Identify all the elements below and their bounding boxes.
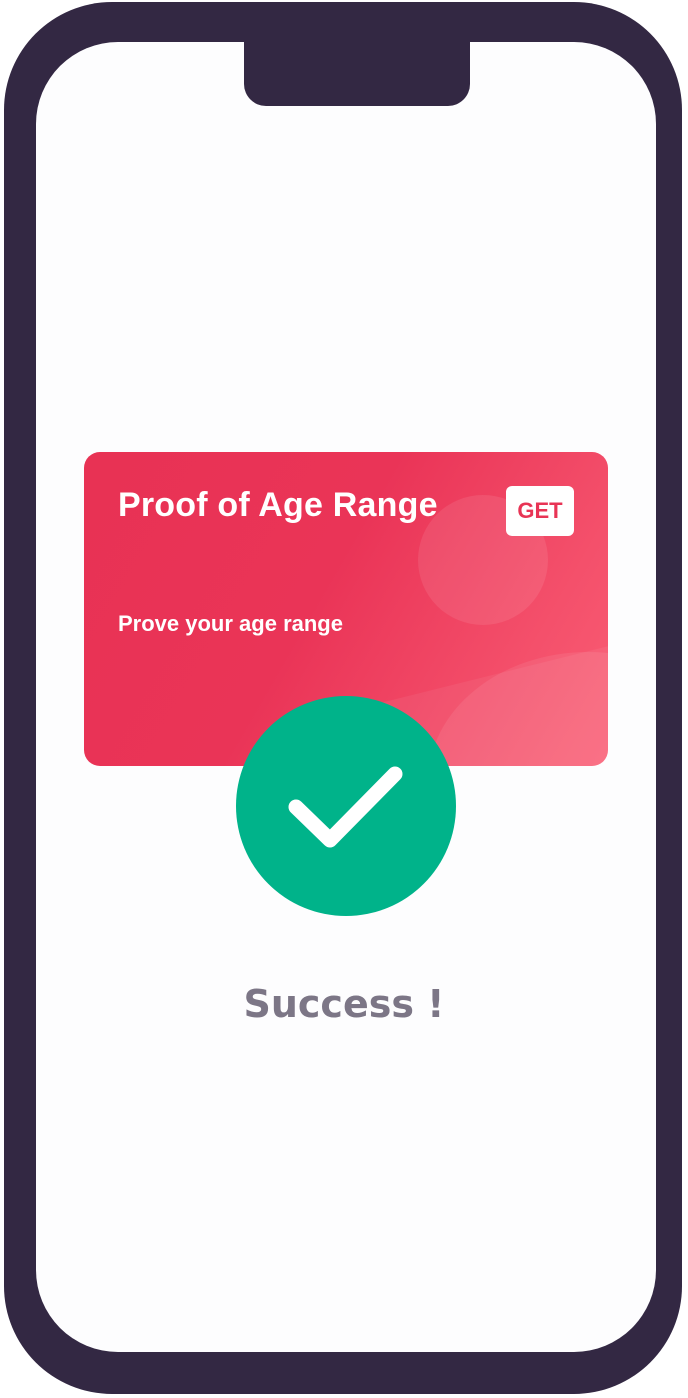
check-circle-icon	[236, 696, 456, 916]
card-title: Proof of Age Range	[118, 486, 438, 524]
card-subtitle: Prove your age range	[118, 611, 343, 636]
get-button[interactable]: GET	[506, 486, 574, 536]
success-circle	[236, 696, 456, 916]
success-message: Success !	[243, 982, 445, 1026]
phone-notch	[244, 30, 470, 106]
